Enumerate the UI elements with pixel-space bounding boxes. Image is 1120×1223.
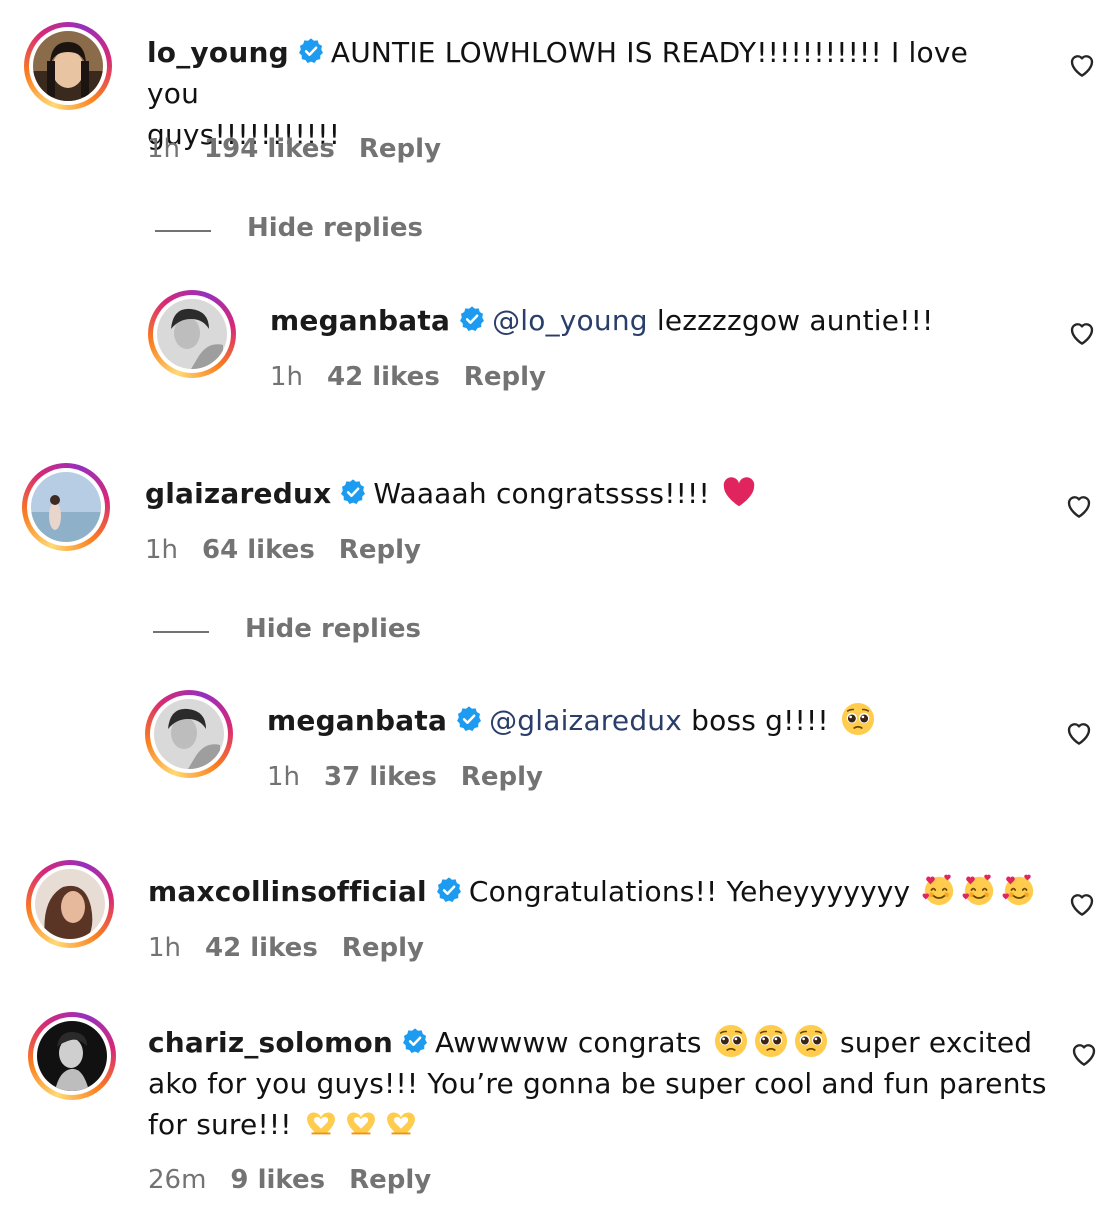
mention-link[interactable]: @lo_young — [492, 304, 648, 337]
comment-text: meganbata @lo_young lezzzzgow auntie!!! — [270, 300, 1030, 341]
username[interactable]: glaizaredux — [145, 477, 331, 510]
likes-count[interactable]: 64 likes — [202, 535, 315, 565]
smiling-face-with-hearts-emoji — [962, 873, 996, 907]
username[interactable]: lo_young — [147, 36, 289, 69]
divider — [153, 631, 209, 633]
likes-count[interactable]: 42 likes — [327, 362, 440, 392]
avatar[interactable] — [26, 860, 114, 948]
comment-meta: 1h 194 likes Reply — [147, 134, 465, 164]
pleading-face-emoji — [841, 702, 875, 736]
avatar[interactable] — [24, 22, 112, 110]
divider — [155, 230, 211, 232]
heart-hands-emoji — [384, 1106, 418, 1140]
verified-badge-icon — [458, 305, 486, 333]
pleading-face-emoji — [794, 1024, 828, 1058]
heart-outline-icon[interactable] — [1067, 50, 1097, 80]
verified-badge-icon — [455, 705, 483, 733]
reply-button[interactable]: Reply — [359, 134, 441, 164]
comment-body: boss g!!!! — [691, 704, 829, 737]
comment-meta: 26m 9 likes Reply — [148, 1165, 455, 1195]
timestamp: 26m — [148, 1165, 207, 1195]
comment-text: chariz_solomon Awwwww congrats super exci… — [148, 1022, 1048, 1145]
smiling-face-with-hearts-emoji — [1002, 873, 1036, 907]
avatar[interactable] — [28, 1012, 116, 1100]
likes-count[interactable]: 37 likes — [324, 762, 437, 792]
avatar[interactable] — [22, 463, 110, 551]
comment-meta: 1h 42 likes Reply — [148, 933, 448, 963]
likes-count[interactable]: 9 likes — [230, 1165, 325, 1195]
timestamp: 1h — [147, 134, 181, 164]
comment-body: lezzzzgow auntie!!! — [656, 304, 934, 337]
timestamp: 1h — [145, 535, 179, 565]
avatar[interactable] — [145, 690, 233, 778]
comment-meta: 1h 37 likes Reply — [267, 762, 567, 792]
hide-replies-button[interactable]: Hide replies — [245, 614, 421, 644]
timestamp: 1h — [148, 933, 182, 963]
comment-body-cont: super excited — [839, 1026, 1033, 1059]
heart-hands-emoji — [304, 1106, 338, 1140]
username[interactable]: meganbata — [270, 304, 450, 337]
reply-button[interactable]: Reply — [461, 762, 543, 792]
pleading-face-emoji — [754, 1024, 788, 1058]
heart-hands-emoji — [344, 1106, 378, 1140]
verified-badge-icon — [435, 876, 463, 904]
smiling-face-with-hearts-emoji — [922, 873, 956, 907]
comment-meta: 1h 42 likes Reply — [270, 362, 570, 392]
reply-button[interactable]: Reply — [464, 362, 546, 392]
comment-text: maxcollinsofficial Congratulations!! Yehe… — [148, 871, 1048, 912]
verified-badge-icon — [401, 1027, 429, 1055]
timestamp: 1h — [267, 762, 301, 792]
mention-link[interactable]: @glaizaredux — [489, 704, 682, 737]
comment-body: Congratulations!! Yeheyyyyyyy — [468, 875, 911, 908]
username[interactable]: maxcollinsofficial — [148, 875, 427, 908]
username[interactable]: meganbata — [267, 704, 447, 737]
timestamp: 1h — [270, 362, 304, 392]
heart-outline-icon[interactable] — [1064, 718, 1094, 748]
likes-count[interactable]: 42 likes — [205, 933, 318, 963]
reply-button[interactable]: Reply — [349, 1165, 431, 1195]
comment-meta: 1h 64 likes Reply — [145, 535, 445, 565]
username[interactable]: chariz_solomon — [148, 1026, 393, 1059]
comment-text: meganbata @glaizaredux boss g!!!! — [267, 700, 1027, 741]
reply-button[interactable]: Reply — [339, 535, 421, 565]
verified-badge-icon — [297, 37, 325, 65]
verified-badge-icon — [339, 478, 367, 506]
heart-outline-icon[interactable] — [1067, 889, 1097, 919]
pleading-face-emoji — [714, 1024, 748, 1058]
comment-body: Waaaah congratssss!!!! — [373, 477, 710, 510]
red-heart-emoji — [723, 477, 755, 507]
heart-outline-icon[interactable] — [1064, 491, 1094, 521]
reply-button[interactable]: Reply — [342, 933, 424, 963]
heart-outline-icon[interactable] — [1067, 318, 1097, 348]
comment-text: glaizaredux Waaaah congratssss!!!! — [145, 473, 1025, 514]
avatar[interactable] — [148, 290, 236, 378]
comment-body-cont: for sure!!! — [148, 1108, 292, 1141]
heart-outline-icon[interactable] — [1069, 1039, 1099, 1069]
likes-count[interactable]: 194 likes — [204, 134, 335, 164]
hide-replies-button[interactable]: Hide replies — [247, 213, 423, 243]
comment-body: Awwwww congrats — [435, 1026, 702, 1059]
comment-body-cont: ako for you guys!!! You’re gonna be supe… — [148, 1067, 1047, 1100]
